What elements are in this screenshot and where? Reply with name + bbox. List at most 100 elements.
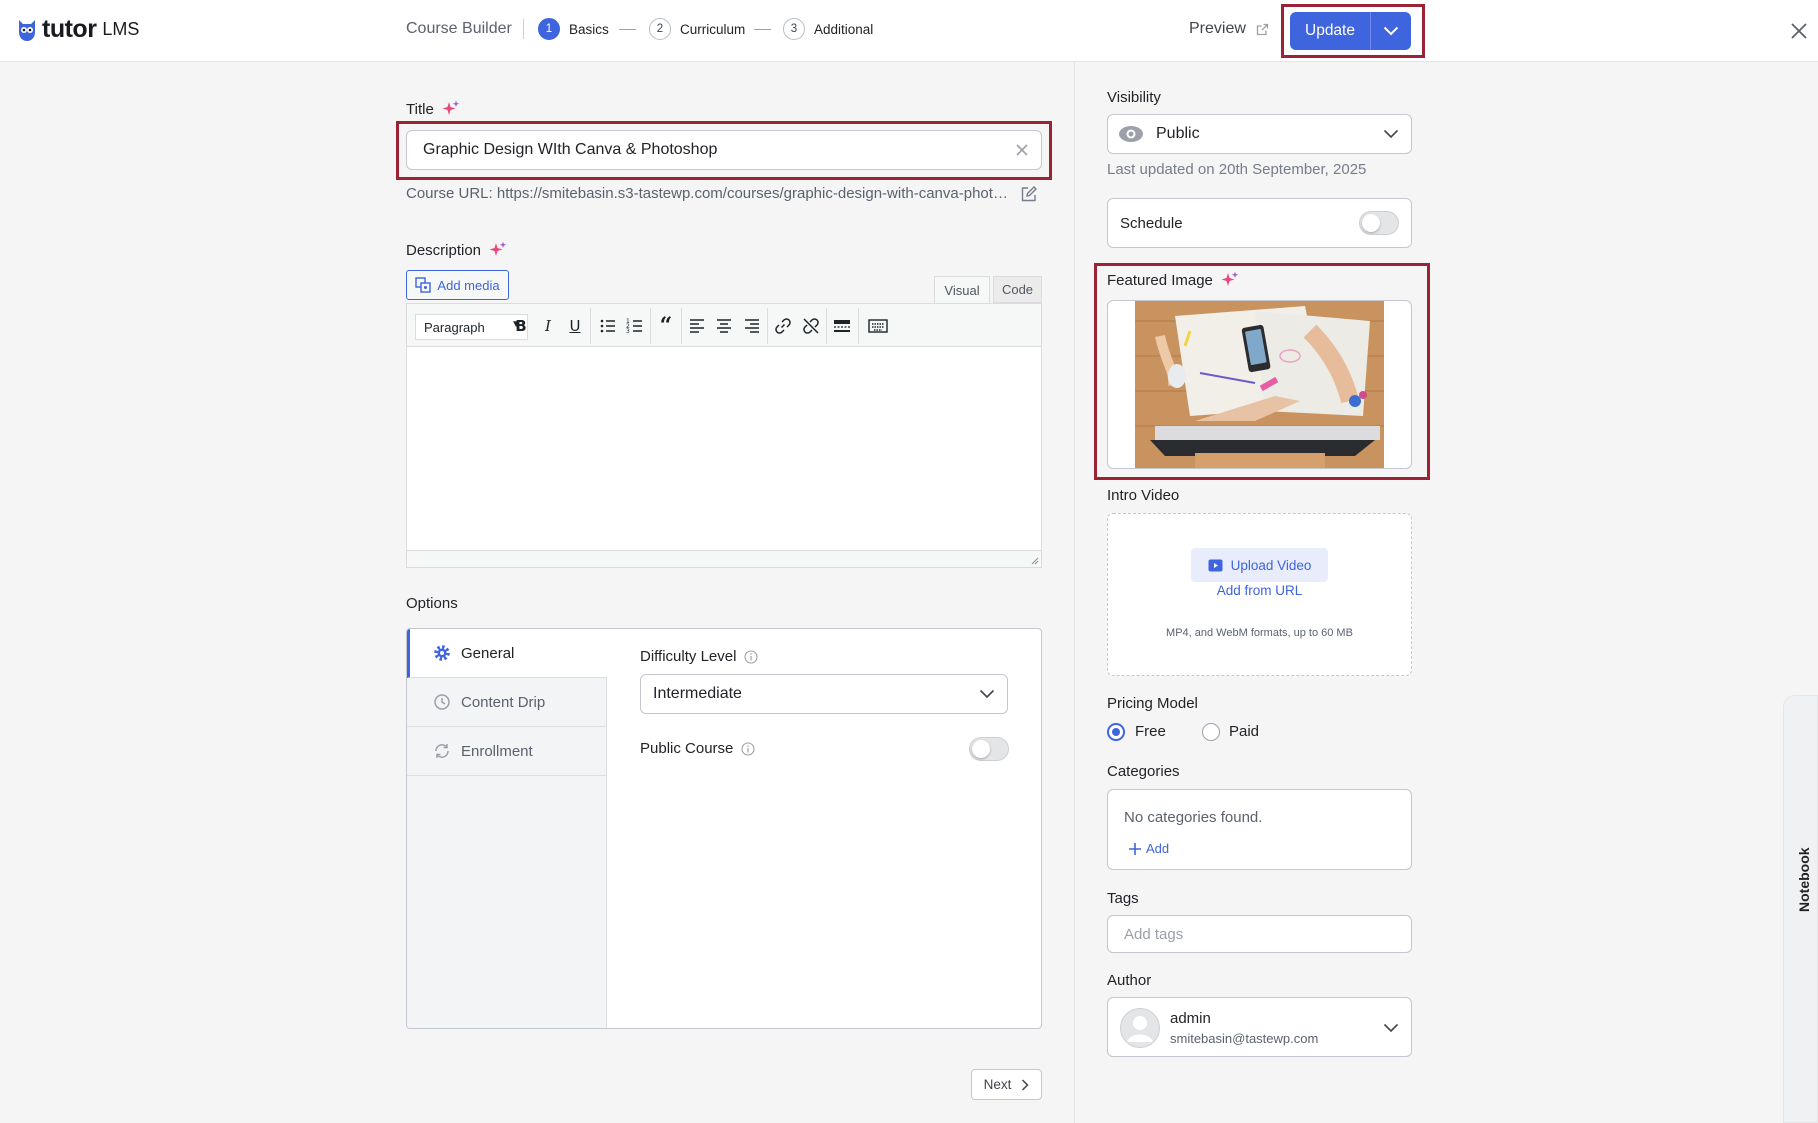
edit-icon[interactable] — [1020, 185, 1038, 203]
align-right-icon[interactable] — [742, 316, 762, 336]
align-center-icon[interactable] — [714, 316, 734, 336]
video-formats-hint: MP4, and WebM formats, up to 60 MB — [1166, 627, 1353, 639]
toolbar-divider — [826, 308, 827, 344]
notebook-label[interactable]: Notebook — [1796, 847, 1812, 912]
add-media-button[interactable]: Add media — [406, 270, 509, 300]
underline-icon[interactable]: U — [565, 316, 585, 336]
preview-link[interactable]: Preview — [1189, 20, 1269, 38]
ai-sparkle-icon[interactable] — [442, 100, 460, 118]
featured-image-box[interactable] — [1107, 300, 1412, 469]
course-url-label: Course URL: — [406, 185, 493, 202]
upload-video-button[interactable]: Upload Video — [1191, 548, 1328, 582]
toolbar-divider — [650, 308, 651, 344]
step-number: 2 — [649, 18, 671, 40]
resize-handle-icon[interactable] — [1029, 555, 1039, 565]
schedule-label: Schedule — [1120, 214, 1183, 232]
info-icon[interactable] — [744, 649, 758, 664]
external-link-icon — [1256, 23, 1269, 35]
unlink-icon[interactable] — [801, 316, 821, 336]
toolbar-divider — [767, 308, 768, 344]
tab-content-drip[interactable]: Content Drip — [407, 678, 607, 727]
categories-box: No categories found. Add — [1107, 789, 1412, 870]
clear-icon[interactable] — [1012, 140, 1032, 160]
difficulty-label: Difficulty Level — [640, 648, 737, 665]
pricing-paid-label[interactable]: Paid — [1229, 723, 1259, 740]
step-number: 1 — [538, 18, 560, 40]
tab-general[interactable]: General — [407, 629, 607, 678]
chevron-down-icon — [1383, 26, 1399, 36]
align-left-icon[interactable] — [687, 316, 707, 336]
next-button[interactable]: Next — [971, 1069, 1042, 1100]
course-builder-title: Course Builder — [406, 20, 512, 37]
logo-suffix: LMS — [102, 18, 140, 39]
course-url: Course URL: https://smitebasin.s3-tastew… — [406, 185, 1010, 202]
difficulty-select[interactable]: Intermediate — [640, 674, 1008, 714]
divider — [523, 19, 524, 39]
title-label-row: Title — [406, 100, 460, 118]
course-url-value[interactable]: https://smitebasin.s3-tastewp.com/course… — [497, 185, 1010, 202]
ai-sparkle-icon[interactable] — [489, 241, 507, 259]
intro-video-label: Intro Video — [1107, 487, 1180, 504]
visibility-select[interactable]: Public — [1107, 114, 1412, 154]
update-dropdown-button[interactable] — [1371, 12, 1411, 50]
featured-image[interactable] — [1135, 301, 1384, 468]
media-icon — [415, 277, 432, 293]
difficulty-label-row: Difficulty Level — [640, 648, 758, 665]
step-number: 3 — [783, 18, 805, 40]
italic-icon[interactable]: I — [538, 316, 558, 336]
pricing-free-label[interactable]: Free — [1135, 723, 1166, 740]
description-editor[interactable]: Paragraph ▼ B I U 123 “ — [406, 303, 1042, 568]
step-basics[interactable]: 1 Basics — [538, 18, 609, 40]
pricing-model-label: Pricing Model — [1107, 695, 1198, 712]
tab-visual[interactable]: Visual — [934, 276, 990, 303]
step-curriculum[interactable]: 2 Curriculum — [649, 18, 745, 40]
link-icon[interactable] — [773, 316, 793, 336]
blockquote-icon[interactable]: “ — [656, 313, 676, 339]
visibility-value: Public — [1156, 125, 1200, 142]
owl-icon — [19, 20, 35, 41]
tab-enrollment[interactable]: Enrollment — [407, 727, 607, 776]
step-connector — [754, 29, 771, 30]
tab-code[interactable]: Code — [993, 276, 1042, 303]
update-button[interactable]: Update — [1290, 12, 1371, 50]
author-email: smitebasin@tastewp.com — [1170, 1031, 1319, 1046]
description-label: Description — [406, 241, 482, 259]
tab-content-drip-label: Content Drip — [461, 693, 546, 711]
read-more-icon[interactable] — [832, 316, 852, 336]
toolbar-divider — [590, 308, 591, 344]
tags-input[interactable]: Add tags — [1107, 915, 1412, 953]
author-name: admin — [1170, 1010, 1211, 1027]
public-course-toggle[interactable] — [969, 737, 1009, 761]
numbered-list-icon[interactable]: 123 — [625, 316, 645, 336]
update-highlight: Update — [1281, 4, 1425, 58]
author-select[interactable]: admin smitebasin@tastewp.com — [1107, 997, 1412, 1057]
gear-icon — [434, 645, 450, 661]
top-bar: tutor LMS Course Builder 1 Basics 2 Curr… — [0, 0, 1818, 62]
pricing-free-radio[interactable] — [1107, 723, 1125, 741]
chevron-down-icon — [979, 689, 995, 699]
close-icon[interactable] — [1787, 19, 1811, 43]
editor-status-bar — [407, 550, 1041, 567]
add-from-url-link[interactable]: Add from URL — [1108, 583, 1411, 598]
step-additional[interactable]: 3 Additional — [783, 18, 873, 40]
logo-text: tutor — [42, 14, 97, 43]
last-updated: Last updated on 20th September, 2025 — [1107, 161, 1367, 178]
public-course-label: Public Course — [640, 740, 734, 757]
bullet-list-icon[interactable] — [598, 316, 618, 336]
info-icon[interactable] — [741, 741, 755, 756]
pricing-paid-radio[interactable] — [1202, 723, 1220, 741]
schedule-toggle[interactable] — [1359, 211, 1399, 235]
description-label-row: Description — [406, 241, 507, 259]
title-input[interactable]: Graphic Design WIth Canva & Photoshop — [406, 130, 1042, 170]
tutor-lms-logo[interactable]: tutor LMS — [16, 14, 139, 44]
plus-icon — [1129, 842, 1141, 855]
add-category-label: Add — [1146, 841, 1170, 856]
avatar — [1120, 1008, 1160, 1048]
add-category-button[interactable]: Add — [1128, 841, 1169, 856]
toolbar-toggle-icon[interactable] — [868, 316, 888, 336]
tab-general-label: General — [461, 644, 515, 662]
author-label: Author — [1107, 972, 1152, 989]
chevron-down-icon — [1383, 129, 1399, 139]
intro-video-dropzone[interactable]: Upload Video Add from URL MP4, and WebM … — [1107, 513, 1412, 676]
bold-icon[interactable]: B — [511, 316, 531, 336]
